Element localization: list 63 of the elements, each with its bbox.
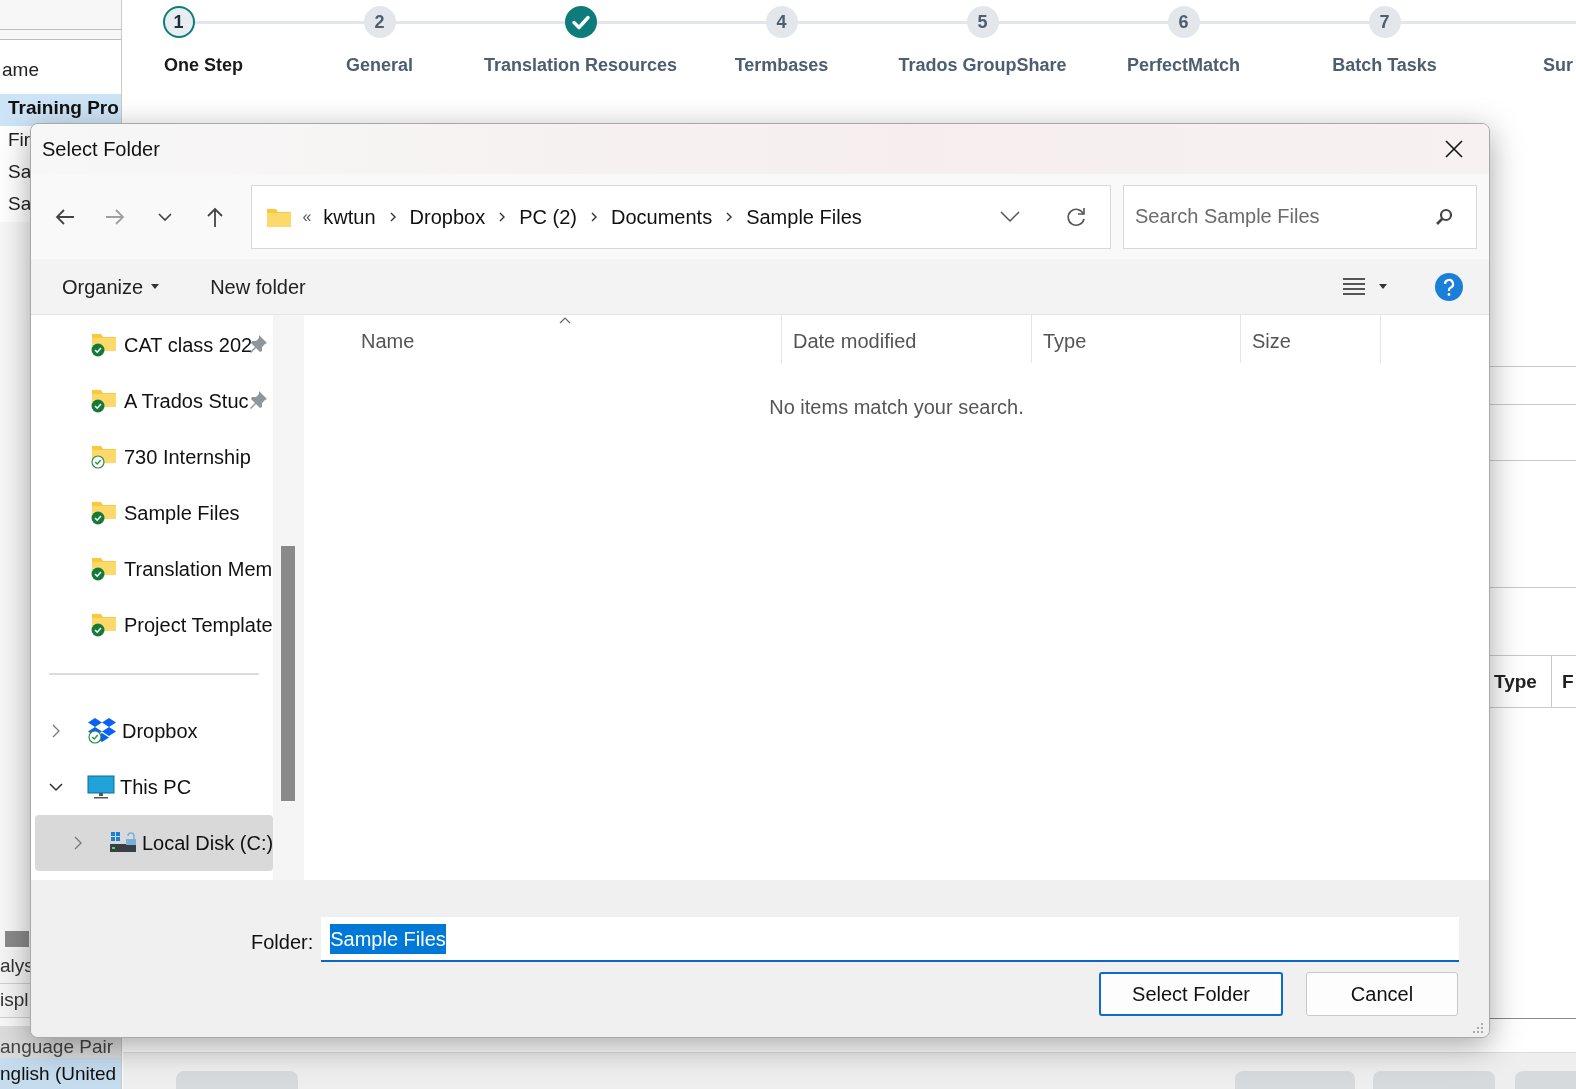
overflow-chevrons[interactable]: « [302,204,312,229]
column-header[interactable]: Size [1241,315,1381,363]
dropbox-icon [87,717,117,745]
nav-item[interactable]: CAT class 202 [35,317,273,373]
step-number[interactable]: 6 [1167,6,1200,38]
step-label[interactable]: PerfectMatch [1126,52,1240,79]
chevron-down-icon [1000,210,1020,223]
disk-drive-icon [109,831,137,855]
help-icon [1435,272,1463,301]
address-bar[interactable]: « kwtun Dropbox PC (2) Documents Sample Files [251,184,1111,249]
nav-item[interactable]: Sample Files [35,485,273,541]
resize-grip-icon [1473,1023,1483,1033]
folder-label: Folder: [251,929,314,955]
step-number[interactable]: 7 [1368,6,1401,38]
caret-icon [151,284,160,289]
close-icon [1445,140,1463,158]
nav-item[interactable]: Translation Mem [35,541,273,597]
breadcrumb[interactable]: kwtun [323,201,376,232]
nav-item[interactable]: 730 Internship [35,429,273,485]
step-number[interactable]: 4 [765,6,798,38]
tree-item[interactable]: Local Disk (C:) [35,815,273,871]
search-field[interactable]: Search Sample Files [1123,184,1477,249]
scrollbar-thumb[interactable] [5,931,29,947]
nav-item[interactable]: Project Template [35,597,273,653]
sort-ascending-icon [559,317,571,324]
scrollbar-thumb[interactable] [281,546,295,801]
breadcrumb[interactable]: Documents [611,201,713,232]
organize-menu[interactable]: Organize [62,271,160,302]
column-header: F [1561,670,1574,694]
search-icon [1435,207,1453,226]
help-button[interactable] [1435,272,1463,301]
dialog-button[interactable]: Cancel [1306,972,1458,1016]
folder-input[interactable]: Sample Files [321,917,1460,962]
step-number[interactable]: 2 [363,6,396,38]
view-options-button[interactable] [1343,277,1387,296]
breadcrumb[interactable]: PC (2) [519,201,577,232]
monitor-icon [87,775,115,799]
step-label[interactable]: Translation Resources [483,52,678,79]
column-header: ame [0,40,121,94]
step-label[interactable]: One Step [164,52,243,79]
step-label[interactable]: Batch Tasks [1332,52,1437,79]
step-label[interactable]: General [345,52,413,79]
column-header[interactable]: Type [1032,315,1241,363]
window-title: Select Folder [42,137,160,162]
breadcrumb[interactable]: Sample Files [746,201,862,232]
step-label[interactable]: Termbases [734,52,829,79]
step-label[interactable]: Sur [1543,52,1573,79]
breadcrumb[interactable]: Dropbox [409,201,486,232]
step-number[interactable]: 5 [966,6,999,38]
list-row[interactable]: Training Pro [0,94,121,126]
column-header[interactable]: Name [304,315,782,363]
step-number[interactable]: 1 [162,6,195,38]
list-row[interactable]: nglish (United [0,1058,121,1089]
step-label[interactable]: Trados GroupShare [898,52,1067,79]
column-header[interactable]: Date modified [782,315,1032,363]
chevron-right-icon [589,211,599,222]
empty-message: No items match your search. [769,395,1024,420]
refresh-icon [1065,205,1087,228]
dialog-button[interactable]: Select Folder [1099,972,1283,1016]
new-folder-button[interactable]: New folder [210,271,306,302]
list-view-icon [1343,277,1365,296]
caret-icon [1379,284,1387,289]
nav-item[interactable]: A Trados Stuc [35,373,273,429]
